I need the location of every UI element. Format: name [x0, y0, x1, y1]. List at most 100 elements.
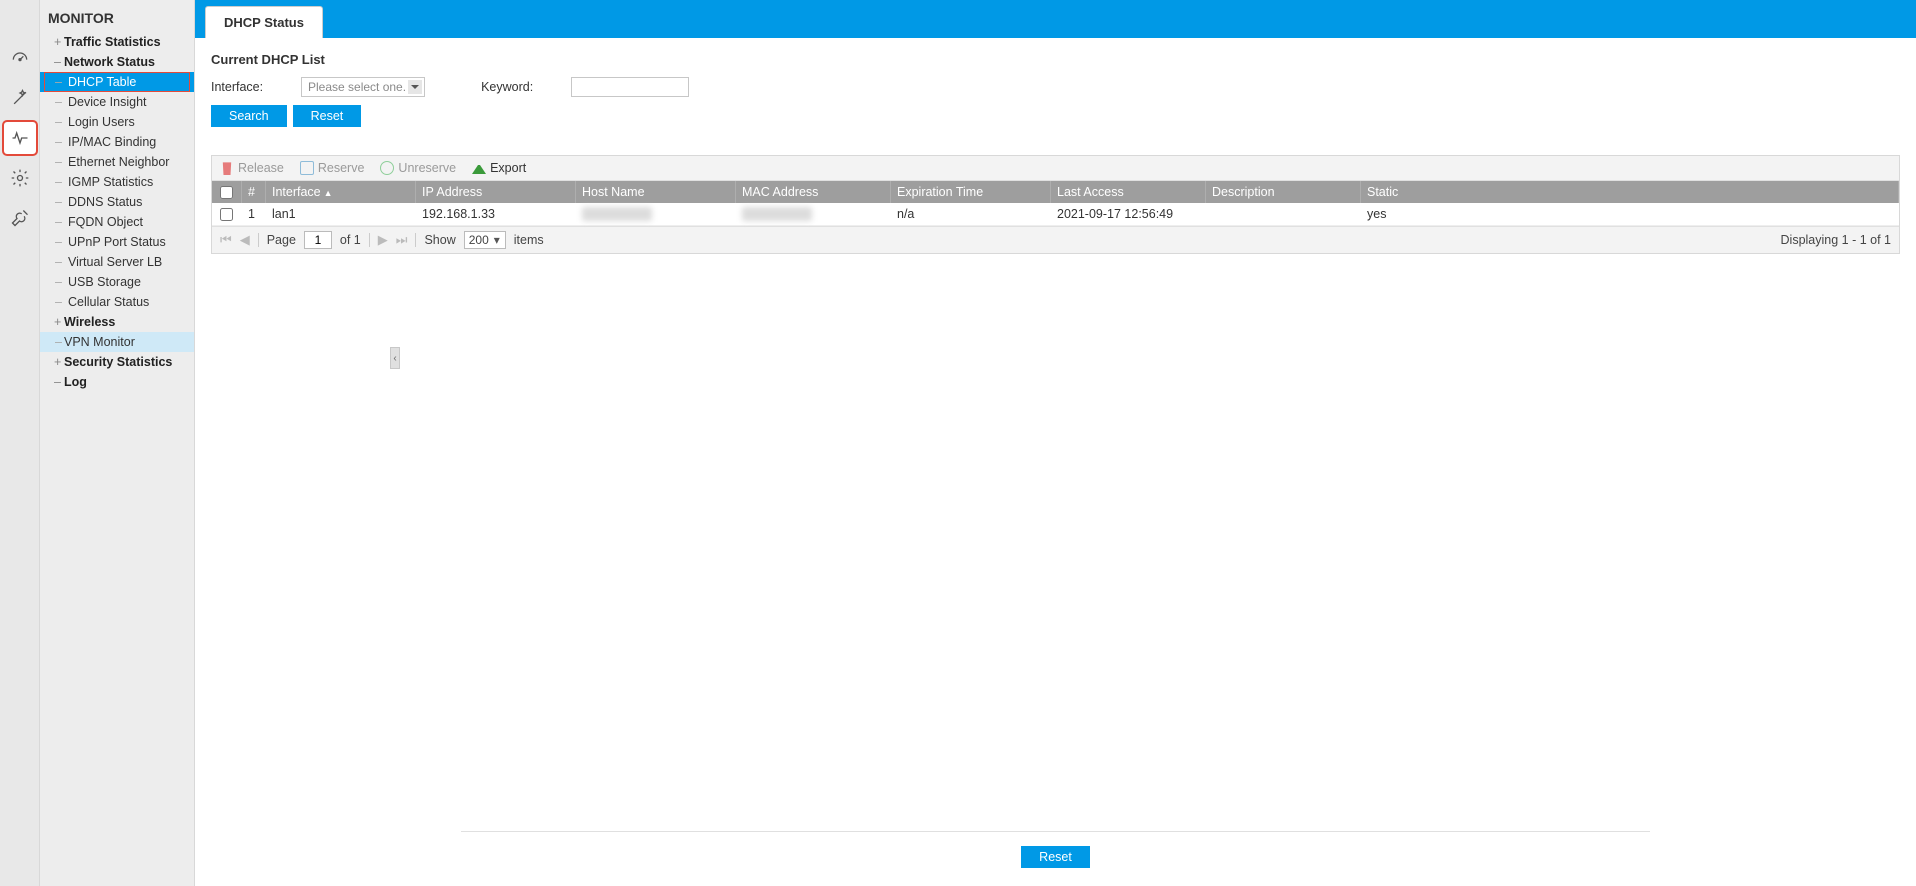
col-description[interactable]: Description — [1206, 181, 1361, 203]
rail-activity[interactable] — [4, 122, 36, 154]
pager-page-label: Page — [267, 233, 296, 247]
footer-divider — [461, 831, 1650, 832]
grid-toolbar: Release Reserve Unreserve Export — [212, 156, 1899, 181]
nav-log[interactable]: Log — [40, 372, 194, 392]
reset-button[interactable]: Reset — [293, 105, 362, 127]
nav-usb-storage[interactable]: USB Storage — [40, 272, 194, 292]
main: ‹ DHCP Status Current DHCP List Interfac… — [195, 0, 1916, 886]
grid-header: # Interface▲ IP Address Host Name MAC Ad… — [212, 181, 1899, 203]
col-host[interactable]: Host Name — [576, 181, 736, 203]
activity-icon — [10, 128, 30, 148]
toolbar-reserve[interactable]: Reserve — [300, 161, 365, 175]
nav-security-statistics[interactable]: Security Statistics — [40, 352, 194, 372]
tab-bar: DHCP Status — [195, 0, 1916, 38]
col-ip[interactable]: IP Address — [416, 181, 576, 203]
footer-reset-button[interactable]: Reset — [1021, 846, 1090, 868]
pager-page-input[interactable] — [304, 231, 332, 249]
cell-ip: 192.168.1.33 — [416, 203, 576, 225]
cell-description — [1206, 203, 1361, 225]
pager-show-label: Show — [424, 233, 455, 247]
toolbar-unreserve[interactable]: Unreserve — [380, 161, 456, 175]
nav-login-users[interactable]: Login Users — [40, 112, 194, 132]
sidebar-collapse-handle[interactable]: ‹ — [390, 347, 400, 369]
nav-ip-mac-binding[interactable]: IP/MAC Binding — [40, 132, 194, 152]
export-icon — [472, 160, 486, 174]
sidebar: MONITOR Traffic Statistics Network Statu… — [40, 0, 195, 886]
search-button[interactable]: Search — [211, 105, 287, 127]
nav-traffic-statistics[interactable]: Traffic Statistics — [40, 32, 194, 52]
nav-fqdn-object[interactable]: FQDN Object — [40, 212, 194, 232]
chevron-down-icon: ▾ — [491, 233, 503, 247]
nav-network-status[interactable]: Network Status — [40, 52, 194, 72]
col-expiration[interactable]: Expiration Time — [891, 181, 1051, 203]
filter-row: Interface: Please select one. Keyword: — [211, 77, 1900, 97]
pager-summary: Displaying 1 - 1 of 1 — [1781, 233, 1891, 247]
pager-page-total: of 1 — [340, 233, 361, 247]
gauge-icon — [10, 48, 30, 68]
pager-show-suffix: items — [514, 233, 544, 247]
cell-host — [576, 203, 736, 225]
nav-virtual-server-lb[interactable]: Virtual Server LB — [40, 252, 194, 272]
nav-vpn-monitor[interactable]: VPN Monitor — [40, 332, 194, 352]
select-all-checkbox[interactable] — [220, 186, 233, 199]
toolbar-release[interactable]: Release — [220, 161, 284, 175]
col-last-access[interactable]: Last Access — [1051, 181, 1206, 203]
col-mac[interactable]: MAC Address — [736, 181, 891, 203]
cell-static: yes — [1361, 203, 1899, 225]
redacted-mac — [742, 207, 812, 221]
gear-icon — [10, 168, 30, 188]
rail-wand[interactable] — [4, 82, 36, 114]
sidebar-title: MONITOR — [40, 0, 194, 32]
reserve-icon — [300, 161, 314, 175]
filter-buttons: Search Reset — [211, 105, 1900, 127]
grid-pager: ⏮ ◀ Page of 1 ▶ ⏭ Show 200 ▾ items — [212, 226, 1899, 253]
interface-label: Interface: — [211, 80, 271, 94]
interface-select[interactable]: Please select one. — [301, 77, 425, 97]
rail-tools[interactable] — [4, 202, 36, 234]
pager-show-select[interactable]: 200 ▾ — [464, 231, 506, 249]
nav-cellular-status[interactable]: Cellular Status — [40, 292, 194, 312]
nav-igmp-statistics[interactable]: IGMP Statistics — [40, 172, 194, 192]
table-row[interactable]: 1 lan1 192.168.1.33 n/a 2021-09-17 12:56… — [212, 203, 1899, 226]
interface-select-placeholder: Please select one. — [308, 80, 406, 94]
nav-wireless[interactable]: Wireless — [40, 312, 194, 332]
chevron-down-icon — [408, 80, 422, 94]
cell-interface: lan1 — [266, 203, 416, 225]
redacted-host — [582, 207, 652, 221]
row-checkbox[interactable] — [220, 208, 233, 221]
nav-ethernet-neighbor[interactable]: Ethernet Neighbor — [40, 152, 194, 172]
icon-rail — [0, 0, 40, 886]
rail-settings[interactable] — [4, 162, 36, 194]
col-checkbox[interactable] — [212, 181, 242, 203]
col-interface[interactable]: Interface▲ — [266, 181, 416, 203]
tab-dhcp-status[interactable]: DHCP Status — [205, 6, 323, 38]
cell-index: 1 — [242, 203, 266, 225]
tools-icon — [10, 208, 30, 228]
unreserve-icon — [380, 161, 394, 175]
col-static[interactable]: Static — [1361, 181, 1899, 203]
nav-ddns-status[interactable]: DDNS Status — [40, 192, 194, 212]
nav-tree: Traffic Statistics Network Status DHCP T… — [40, 32, 194, 392]
keyword-input[interactable] — [571, 77, 689, 97]
pager-next[interactable]: ▶ — [378, 232, 388, 248]
keyword-label: Keyword: — [481, 80, 541, 94]
trash-icon — [220, 161, 234, 175]
wand-icon — [10, 88, 30, 108]
nav-upnp-port-status[interactable]: UPnP Port Status — [40, 232, 194, 252]
pager-prev[interactable]: ◀ — [240, 232, 250, 248]
toolbar-export[interactable]: Export — [472, 161, 526, 175]
content: Current DHCP List Interface: Please sele… — [195, 38, 1916, 886]
pager-last[interactable]: ⏭ — [396, 232, 408, 248]
cell-last-access: 2021-09-17 12:56:49 — [1051, 203, 1206, 225]
dhcp-grid: Release Reserve Unreserve Export — [211, 155, 1900, 254]
footer: Reset — [211, 811, 1900, 876]
nav-device-insight[interactable]: Device Insight — [40, 92, 194, 112]
nav-dhcp-table[interactable]: DHCP Table — [40, 72, 194, 92]
rail-dashboard[interactable] — [4, 42, 36, 74]
cell-expiration: n/a — [891, 203, 1051, 225]
cell-mac — [736, 203, 891, 225]
sort-asc-icon: ▲ — [324, 188, 333, 198]
col-index[interactable]: # — [242, 181, 266, 203]
section-title: Current DHCP List — [211, 52, 1900, 67]
pager-first[interactable]: ⏮ — [220, 232, 232, 248]
